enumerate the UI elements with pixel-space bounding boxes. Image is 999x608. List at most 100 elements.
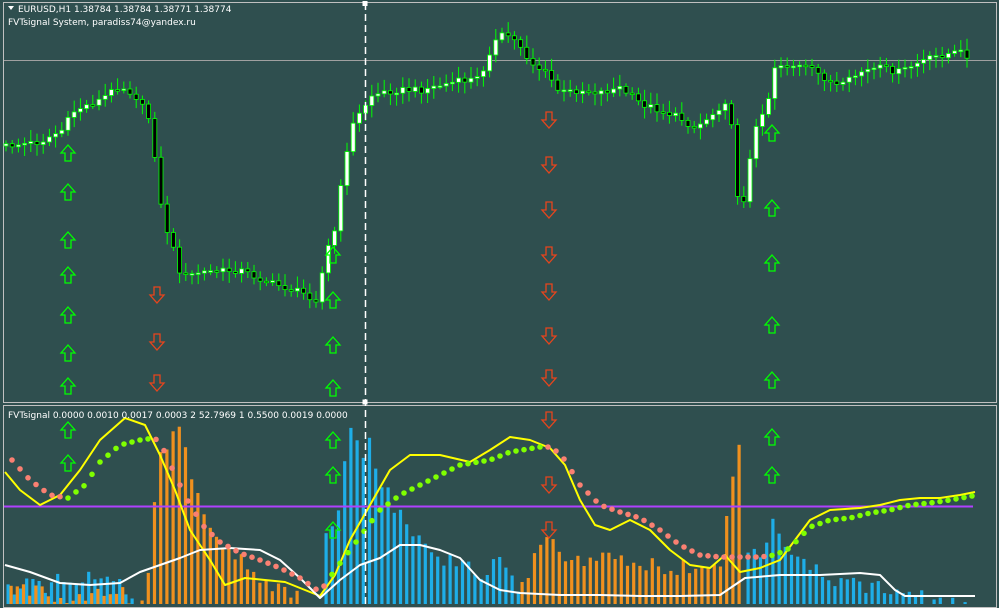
indicator-histogram bbox=[6, 426, 967, 604]
up-arrow-icon bbox=[324, 431, 342, 449]
candle-body bbox=[871, 67, 877, 70]
histogram-bar bbox=[932, 599, 936, 604]
histogram-bar bbox=[796, 556, 800, 604]
histogram-bar bbox=[594, 560, 599, 604]
histogram-bar bbox=[289, 597, 293, 604]
histogram-bar bbox=[582, 566, 586, 604]
candle-body bbox=[425, 88, 431, 94]
signal-dot bbox=[9, 457, 15, 463]
signal-dot bbox=[401, 490, 407, 496]
chart-canvas[interactable]: EURUSD,H1 1.38784 1.38784 1.38771 1.3877… bbox=[0, 0, 999, 608]
down-arrow-icon bbox=[540, 411, 558, 429]
candle-body bbox=[933, 55, 939, 58]
histogram-bar bbox=[758, 557, 763, 604]
histogram-bar bbox=[25, 578, 29, 604]
down-arrow-icon bbox=[148, 374, 166, 392]
candle-body bbox=[747, 158, 753, 203]
signal-dot bbox=[409, 486, 415, 492]
chart-window[interactable]: EURUSD,H1 1.38784 1.38784 1.38771 1.3877… bbox=[0, 0, 999, 608]
histogram-bar bbox=[121, 587, 125, 604]
signal-dot bbox=[145, 436, 151, 442]
down-arrow-icon bbox=[148, 333, 166, 351]
up-arrow-icon bbox=[59, 266, 77, 284]
histogram-bar bbox=[374, 468, 378, 604]
candle-body bbox=[760, 113, 765, 127]
candle-body bbox=[208, 270, 214, 273]
signal-dot bbox=[601, 503, 607, 510]
candle-body bbox=[40, 141, 46, 145]
signal-dot bbox=[721, 554, 727, 560]
histogram-bar bbox=[276, 583, 281, 604]
histogram-bar bbox=[607, 552, 611, 604]
histogram-bar bbox=[436, 556, 440, 604]
up-arrow-icon bbox=[763, 428, 781, 446]
candle-body bbox=[282, 285, 288, 291]
histogram-bar bbox=[588, 557, 592, 604]
candle-body bbox=[121, 88, 127, 91]
histogram-bar bbox=[227, 548, 231, 604]
down-arrow-icon bbox=[540, 327, 558, 345]
crosshair-handle-bottom[interactable] bbox=[362, 399, 368, 405]
signal-dot bbox=[497, 453, 503, 459]
histogram-bar bbox=[71, 600, 75, 604]
histogram-bar bbox=[789, 554, 794, 604]
signal-dot bbox=[265, 560, 271, 566]
candle-body bbox=[369, 95, 375, 106]
signal-dot bbox=[217, 539, 223, 545]
histogram-bar bbox=[21, 584, 26, 604]
signal-dot bbox=[393, 495, 399, 501]
candle-body bbox=[691, 126, 697, 129]
histogram-bar bbox=[140, 600, 144, 604]
histogram-bar bbox=[675, 574, 679, 604]
signal-dot bbox=[273, 563, 279, 570]
histogram-bar bbox=[687, 573, 692, 604]
signal-dot bbox=[817, 520, 823, 527]
candle-body bbox=[493, 39, 499, 56]
candle-body bbox=[896, 68, 902, 75]
signal-dot bbox=[121, 441, 127, 447]
down-arrow-icon bbox=[540, 201, 558, 219]
histogram-bar bbox=[34, 585, 38, 604]
signal-dot bbox=[161, 447, 167, 454]
up-arrow-icon bbox=[59, 306, 77, 324]
down-arrow-icon bbox=[540, 111, 558, 129]
up-arrow-icon bbox=[324, 336, 342, 354]
candle-body bbox=[294, 287, 300, 292]
histogram-bar bbox=[398, 509, 403, 604]
histogram-bar bbox=[28, 595, 32, 604]
histogram-bar bbox=[858, 581, 862, 604]
signal-dot bbox=[841, 515, 847, 522]
signal-dot bbox=[433, 474, 439, 480]
subwindow-title: FVTsignal 0.0000 0.0010 0.0017 0.0003 2 … bbox=[8, 411, 348, 421]
signal-dot bbox=[49, 492, 55, 499]
histogram-bar bbox=[405, 524, 409, 604]
histogram-bar bbox=[833, 586, 837, 604]
signal-dot bbox=[777, 549, 783, 556]
candle-body bbox=[47, 136, 52, 143]
candle-body bbox=[195, 272, 201, 275]
signal-dot bbox=[673, 539, 679, 545]
candle-body bbox=[915, 62, 920, 68]
triangle-down-icon[interactable] bbox=[8, 6, 14, 10]
histogram-bar bbox=[130, 598, 134, 604]
candle-body bbox=[319, 272, 325, 303]
candle-body bbox=[958, 49, 964, 52]
candle-body bbox=[908, 66, 914, 69]
signal-dot bbox=[521, 446, 527, 453]
signal-dot bbox=[369, 517, 375, 524]
histogram-bar bbox=[700, 567, 704, 604]
histogram-bar bbox=[108, 594, 112, 604]
histogram-bar bbox=[183, 447, 188, 604]
histogram-bar bbox=[74, 584, 78, 604]
histogram-bar bbox=[258, 582, 262, 604]
candle-body bbox=[270, 280, 276, 283]
candle-body bbox=[598, 90, 604, 95]
histogram-bar bbox=[951, 597, 955, 604]
candle-body bbox=[499, 32, 505, 41]
candle-body bbox=[170, 232, 176, 248]
histogram-bar bbox=[491, 559, 496, 604]
histogram-bar bbox=[65, 603, 69, 604]
crosshair-handle-top[interactable] bbox=[362, 1, 368, 6]
signal-dot bbox=[353, 539, 359, 545]
candle-body bbox=[406, 87, 412, 92]
